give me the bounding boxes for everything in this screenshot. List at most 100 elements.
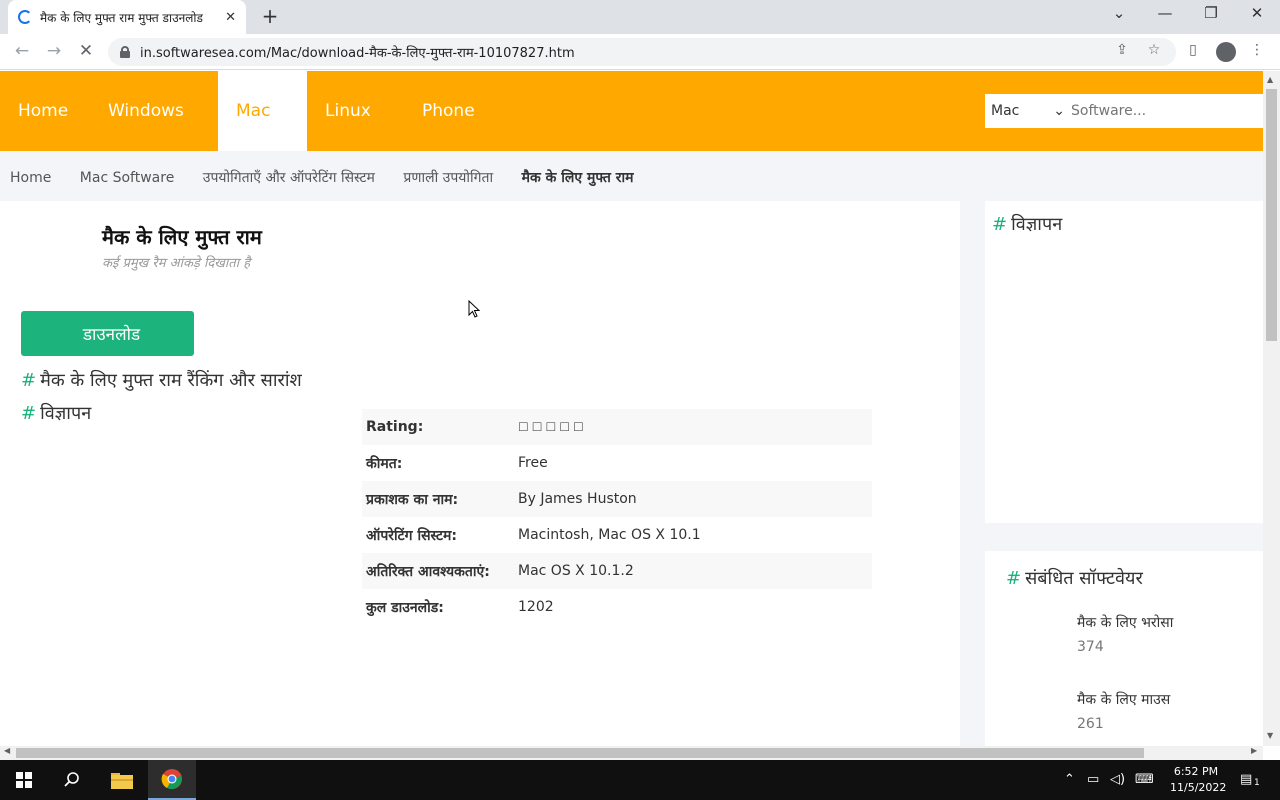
search-input[interactable]	[1071, 103, 1221, 119]
main-content: मैक के लिए मुफ्त राम कई प्रमुख रैम आंकड़…	[0, 201, 960, 746]
download-label: डाउनलोड	[82, 325, 141, 345]
horizontal-scrollbar[interactable]: ◀ ▶	[0, 746, 1263, 760]
url-text[interactable]: in.softwaresea.com/Mac/download-मैक-के-ल…	[140, 43, 575, 61]
breadcrumb-current: मैक के लिए मुफ्त राम	[521, 170, 634, 186]
chrome-taskbar-icon[interactable]	[148, 760, 196, 800]
tab-title: मैक के लिए मुफ्त राम मुफ्त डाउनलोड	[40, 10, 203, 25]
related-item-downloads: 374	[1077, 639, 1104, 655]
scroll-right-icon[interactable]: ▶	[1251, 746, 1257, 755]
hash-icon: #	[1006, 568, 1022, 589]
related-heading: # संबंधित सॉफ्टवेयर	[1006, 566, 1143, 590]
browser-tab-active[interactable]: मैक के लिए मुफ्त राम मुफ्त डाउनलोड ✕	[8, 0, 246, 34]
scroll-up-icon[interactable]: ▲	[1267, 75, 1273, 84]
price-value: Free	[518, 455, 548, 471]
volume-icon[interactable]: ◁)	[1110, 772, 1125, 787]
related-item-name[interactable]: मैक के लिए भरोसा	[1077, 613, 1173, 632]
platform-select-value: Mac	[991, 103, 1020, 119]
profile-icon[interactable]	[1216, 42, 1236, 62]
nav-label: Linux	[325, 101, 371, 121]
downloads-value: 1202	[518, 599, 554, 615]
hash-icon: #	[21, 403, 37, 424]
clock-time: 6:52 PM	[1173, 765, 1219, 778]
share-icon[interactable]: ⇪	[1112, 42, 1132, 58]
mouse-cursor-icon	[468, 300, 480, 318]
tab-search-icon[interactable]: ⌄	[1107, 4, 1131, 22]
browser-toolbar: ← → ✕ in.softwaresea.com/Mac/download-मै…	[0, 34, 1280, 70]
sidepanel-icon[interactable]: ▯	[1183, 42, 1203, 58]
related-item-name[interactable]: मैक के लिए माउस	[1077, 690, 1170, 709]
clock-date: 11/5/2022	[1170, 781, 1227, 794]
site-search: Mac ⌄	[985, 94, 1263, 128]
nav-item-linux[interactable]: Linux	[307, 71, 401, 151]
chevron-down-icon: ⌄	[1053, 103, 1065, 119]
os-label: ऑपरेटिंग सिस्टम:	[366, 527, 458, 544]
file-explorer-icon[interactable]	[98, 760, 146, 800]
taskbar-clock[interactable]: 6:52 PM 11/5/2022	[1170, 764, 1227, 796]
star-rating-icon: ☐☐☐☐☐	[518, 420, 587, 434]
forward-icon[interactable]: →	[43, 41, 65, 61]
table-row: कीमत: Free	[362, 445, 872, 481]
nav-label: Mac	[236, 101, 271, 121]
related-item-downloads: 261	[1077, 716, 1104, 732]
vertical-scrollbar[interactable]: ▲ ▼	[1263, 71, 1280, 746]
breadcrumb: Home Mac Software उपयोगिताएँ और ऑपरेटिंग…	[0, 151, 1263, 201]
price-label: कीमत:	[366, 455, 403, 472]
loading-spinner-icon	[18, 10, 32, 24]
new-tab-button[interactable]: +	[258, 5, 282, 29]
ads-heading: # विज्ञापन	[21, 401, 91, 425]
sidebar-ads-heading-text: विज्ञापन	[1011, 214, 1063, 235]
nav-label: Phone	[422, 101, 475, 121]
nav-label: Home	[18, 101, 69, 121]
scroll-left-icon[interactable]: ◀	[4, 746, 10, 755]
breadcrumb-home[interactable]: Home	[10, 170, 51, 186]
breadcrumb-utilities[interactable]: उपयोगिताएँ और ऑपरेटिंग सिस्टम	[203, 170, 375, 186]
scroll-down-icon[interactable]: ▼	[1267, 731, 1273, 740]
platform-select[interactable]: Mac ⌄	[985, 103, 1071, 119]
star-icon[interactable]: ☆	[1144, 42, 1164, 58]
nav-item-mac[interactable]: Mac	[218, 71, 307, 151]
downloads-label: कुल डाउनलोड:	[366, 599, 444, 616]
keyboard-icon[interactable]: ⌨	[1135, 772, 1154, 787]
nav-item-phone[interactable]: Phone	[404, 71, 504, 151]
address-bar[interactable]: in.softwaresea.com/Mac/download-मैक-के-ल…	[108, 38, 1176, 66]
table-row: कुल डाउनलोड: 1202	[362, 589, 872, 625]
network-icon[interactable]: ▭	[1087, 772, 1099, 787]
stop-icon[interactable]: ✕	[75, 41, 97, 61]
ranking-heading-text: मैक के लिए मुफ्त राम रैंकिंग और सारांश	[40, 370, 302, 391]
table-row: ऑपरेटिंग सिस्टम: Macintosh, Mac OS X 10.…	[362, 517, 872, 553]
tab-close-icon[interactable]: ✕	[225, 10, 236, 25]
breadcrumb-system-utility[interactable]: प्रणाली उपयोगिता	[403, 170, 493, 186]
restore-icon[interactable]: ❐	[1199, 4, 1223, 22]
scrollbar-thumb[interactable]	[1266, 89, 1277, 341]
rating-stars: ☐☐☐☐☐	[514, 409, 872, 445]
minimize-icon[interactable]: —	[1153, 4, 1177, 22]
ads-card	[985, 201, 1263, 523]
info-table: Rating: ☐☐☐☐☐ कीमत: Free प्रकाशक का नाम:…	[362, 409, 872, 625]
notifications-icon[interactable]: ▤	[1240, 772, 1252, 787]
related-heading-text: संबंधित सॉफ्टवेयर	[1025, 568, 1143, 589]
rating-label: Rating:	[362, 409, 514, 445]
table-row: Rating: ☐☐☐☐☐	[362, 409, 872, 445]
menu-icon[interactable]: ⋮	[1247, 42, 1267, 58]
browser-tab-strip: मैक के लिए मुफ्त राम मुफ्त डाउनलोड ✕ + ⌄…	[0, 0, 1280, 34]
taskbar: ⌃ ▭ ◁) ⌨ 6:52 PM 11/5/2022 ▤ 1	[0, 760, 1280, 800]
table-row: अतिरिक्त आवश्यकताएं: Mac OS X 10.1.2	[362, 553, 872, 589]
nav-item-windows[interactable]: Windows	[88, 71, 214, 151]
ads-heading-text: विज्ञापन	[40, 403, 92, 424]
breadcrumb-mac-software[interactable]: Mac Software	[80, 170, 175, 186]
windows-start-icon[interactable]	[0, 760, 48, 800]
window-close-icon[interactable]: ✕	[1245, 4, 1269, 22]
download-button[interactable]: डाउनलोड	[21, 311, 194, 356]
sidebar-ads-heading: # विज्ञापन	[992, 212, 1062, 236]
lock-icon[interactable]	[120, 46, 130, 58]
scrollbar-thumb[interactable]	[16, 748, 1144, 758]
search-icon[interactable]	[48, 760, 96, 800]
tray-overflow-icon[interactable]: ⌃	[1064, 772, 1075, 787]
hash-icon: #	[992, 214, 1008, 235]
os-value: Macintosh, Mac OS X 10.1	[518, 527, 701, 543]
nav-item-home[interactable]: Home	[0, 71, 82, 151]
table-row: प्रकाशक का नाम: By James Huston	[362, 481, 872, 517]
ranking-heading: # मैक के लिए मुफ्त राम रैंकिंग और सारांश	[21, 368, 302, 392]
publisher-value: By James Huston	[514, 481, 872, 517]
back-icon[interactable]: ←	[11, 41, 33, 61]
